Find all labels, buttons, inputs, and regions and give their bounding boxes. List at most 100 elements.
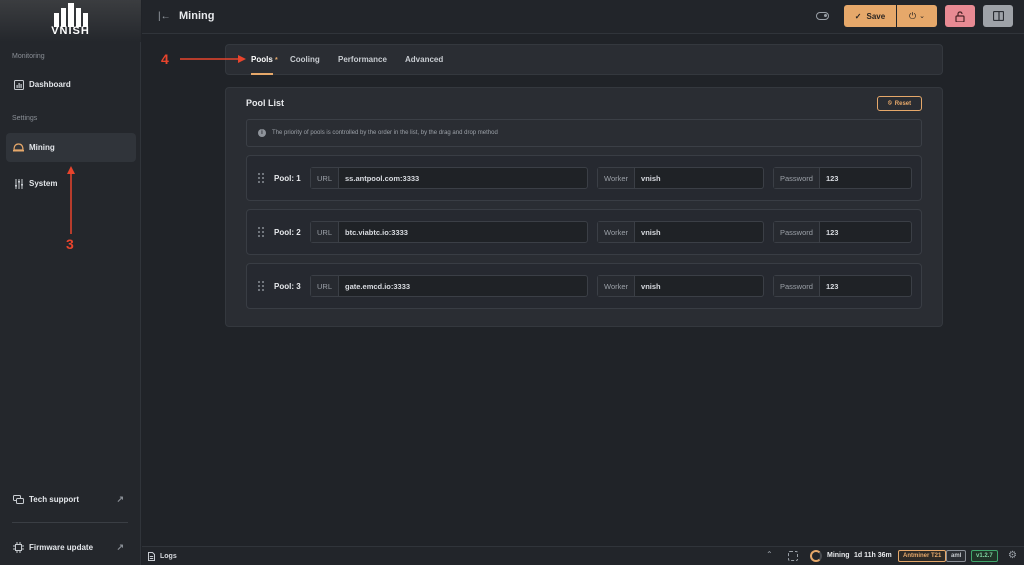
unlock-icon (955, 10, 965, 22)
sidebar-item-mining[interactable]: Mining (6, 133, 136, 162)
pool-worker-value: vnish (641, 281, 661, 291)
sidebar-item-tech-support[interactable]: Tech support ↗ (6, 485, 136, 514)
pool-worker-field[interactable]: Worker vnish (597, 221, 764, 243)
logs-label: Logs (160, 553, 177, 560)
pool-password-value: 123 (825, 173, 839, 183)
sidebar-item-firmware-update[interactable]: Firmware update ↗ (6, 533, 136, 562)
info-box: i The priority of pools is controlled by… (246, 119, 922, 147)
sidebar-item-label: Firmware update (29, 543, 94, 552)
external-link-icon: ↗ (116, 494, 124, 504)
pool-row[interactable]: Pool: 2 URL btc.viabtc.io:3333 Worker vn… (246, 209, 922, 255)
model-badge: Antminer T21 (898, 550, 947, 562)
password-prefix: Password (774, 168, 820, 188)
reset-button[interactable]: ⦸ Reset (877, 96, 922, 111)
pool-label: Pool: 3 (274, 282, 301, 291)
sidebar-item-label: System (29, 179, 58, 188)
tabs-bar: Pools * Cooling Performance Advanced (225, 44, 943, 75)
mining-helmet-icon (13, 142, 24, 153)
pool-url-value: btc.viabtc.io:3333 (345, 227, 408, 237)
chip-icon (13, 542, 24, 553)
pool-password-value: 123 (825, 227, 839, 237)
pool-url-field[interactable]: URL gate.emcd.io:3333 (310, 275, 588, 297)
toggle-icon[interactable] (816, 12, 829, 20)
annotation-arrow-right-icon (180, 55, 246, 63)
sidebar-item-dashboard[interactable]: Dashboard (6, 70, 136, 99)
pool-url-value: gate.emcd.io:3333 (345, 281, 411, 291)
page-title: Mining (179, 10, 215, 22)
logs-button[interactable]: Logs (148, 552, 177, 561)
worker-prefix: Worker (598, 222, 636, 242)
external-link-icon: ↗ (116, 542, 124, 552)
save-button-label: Save (866, 11, 886, 21)
check-icon: ✓ (854, 11, 862, 21)
info-text: The priority of pools is controlled by t… (272, 130, 498, 136)
panel-icon (992, 11, 1004, 21)
pool-password-field[interactable]: Password 123 (773, 221, 912, 243)
power-icon: ⏻ (909, 10, 917, 21)
file-icon (148, 552, 155, 561)
pool-password-field[interactable]: Password 123 (773, 275, 912, 297)
chat-icon (13, 494, 24, 505)
tab-performance[interactable]: Performance (338, 55, 387, 64)
platform-badge: aml (946, 550, 967, 562)
logo-text: VNISH (51, 25, 90, 37)
reset-button-label: Reset (894, 100, 912, 107)
pool-label: Pool: 2 (274, 228, 301, 237)
pool-password-value: 123 (825, 281, 839, 291)
power-menu-button[interactable]: ⏻ ⌄ (897, 5, 937, 27)
mining-status-spinner-icon (810, 550, 822, 562)
header: |← Mining ✓ Save ⏻ ⌄ (142, 0, 1024, 34)
pool-list-card: Pool List ⦸ Reset i The priority of pool… (225, 87, 943, 327)
logo-mark-icon (54, 3, 88, 27)
scan-icon[interactable] (788, 551, 798, 561)
pool-worker-field[interactable]: Worker vnish (597, 167, 764, 189)
sidebar-item-label: Mining (29, 143, 55, 152)
url-prefix: URL (311, 168, 340, 188)
annotation-step-3: 3 (66, 236, 74, 252)
active-tab-indicator (251, 73, 273, 75)
drag-handle-icon[interactable] (258, 173, 264, 184)
toggle-panel-button[interactable] (983, 5, 1013, 27)
worker-prefix: Worker (598, 168, 636, 188)
modified-marker: * (275, 57, 278, 64)
sidebar-item-label: Dashboard (29, 80, 71, 89)
mining-status: Mining (827, 552, 850, 559)
tab-advanced[interactable]: Advanced (405, 55, 443, 64)
gear-icon[interactable]: ⚙ (1008, 550, 1017, 561)
chevron-down-icon: ⌄ (919, 13, 925, 20)
footer-bar: Logs ⌃ Mining 1d 11h 36m Antminer T21 am… (142, 546, 1024, 565)
pool-url-value: ss.antpool.com:3333 (345, 173, 420, 183)
version-badge: v1.2.7 (971, 550, 998, 562)
annotation-arrow-up-icon (67, 166, 75, 234)
section-label-monitoring: Monitoring (12, 53, 45, 60)
pool-password-field[interactable]: Password 123 (773, 167, 912, 189)
sidebar: VNISH Monitoring Dashboard Settings Mini… (0, 0, 141, 565)
pool-label: Pool: 1 (274, 174, 301, 183)
chevron-up-icon[interactable]: ⌃ (766, 550, 773, 559)
url-prefix: URL (311, 276, 340, 296)
drag-handle-icon[interactable] (258, 227, 264, 238)
tab-pools[interactable]: Pools * (251, 55, 278, 64)
annotation-step-4: 4 (161, 51, 169, 67)
pool-url-field[interactable]: URL ss.antpool.com:3333 (310, 167, 588, 189)
info-icon: i (258, 129, 266, 137)
worker-prefix: Worker (598, 276, 636, 296)
pool-url-field[interactable]: URL btc.viabtc.io:3333 (310, 221, 588, 243)
dashboard-icon (13, 79, 24, 90)
pool-worker-value: vnish (641, 173, 661, 183)
collapse-sidebar-icon[interactable]: |← (158, 11, 171, 22)
unlock-button[interactable] (945, 5, 975, 27)
sidebar-divider (12, 522, 128, 523)
pool-row[interactable]: Pool: 3 URL gate.emcd.io:3333 Worker vni… (246, 263, 922, 309)
reset-icon: ⦸ (887, 100, 892, 106)
logo[interactable]: VNISH (0, 0, 141, 42)
drag-handle-icon[interactable] (258, 281, 264, 292)
password-prefix: Password (774, 276, 820, 296)
pool-worker-field[interactable]: Worker vnish (597, 275, 764, 297)
save-button[interactable]: ✓ Save (844, 5, 896, 27)
uptime: 1d 11h 36m (854, 552, 892, 559)
pool-row[interactable]: Pool: 1 URL ss.antpool.com:3333 Worker v… (246, 155, 922, 201)
tab-label: Pools (251, 55, 273, 64)
tab-cooling[interactable]: Cooling (290, 55, 320, 64)
sidebar-item-label: Tech support (29, 495, 80, 504)
